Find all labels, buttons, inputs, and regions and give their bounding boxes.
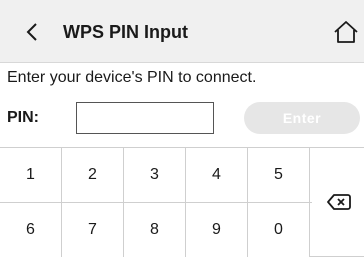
- backspace-button[interactable]: [313, 148, 364, 256]
- key-8[interactable]: 8: [124, 203, 185, 257]
- key-5[interactable]: 5: [248, 148, 309, 202]
- back-button[interactable]: [22, 21, 44, 43]
- header-bar: WPS PIN Input: [0, 0, 364, 63]
- pin-label: PIN:: [7, 109, 39, 126]
- key-9[interactable]: 9: [186, 203, 247, 257]
- backspace-icon: [326, 194, 351, 210]
- home-button[interactable]: [333, 19, 359, 45]
- key-7[interactable]: 7: [62, 203, 123, 257]
- numeric-keypad: 1 2 3 4 5 6 7 8 9 0: [0, 147, 364, 257]
- keypad-divider: [0, 202, 312, 203]
- home-icon: [334, 21, 358, 43]
- page-title: WPS PIN Input: [63, 22, 188, 42]
- key-0[interactable]: 0: [248, 203, 309, 257]
- key-3[interactable]: 3: [124, 148, 185, 202]
- pin-input[interactable]: [76, 102, 214, 134]
- key-1[interactable]: 1: [0, 148, 61, 202]
- key-4[interactable]: 4: [186, 148, 247, 202]
- key-6[interactable]: 6: [0, 203, 61, 257]
- chevron-left-icon: [26, 23, 37, 41]
- enter-button[interactable]: Enter: [244, 102, 360, 134]
- instruction-text: Enter your device's PIN to connect.: [7, 69, 257, 86]
- key-2[interactable]: 2: [62, 148, 123, 202]
